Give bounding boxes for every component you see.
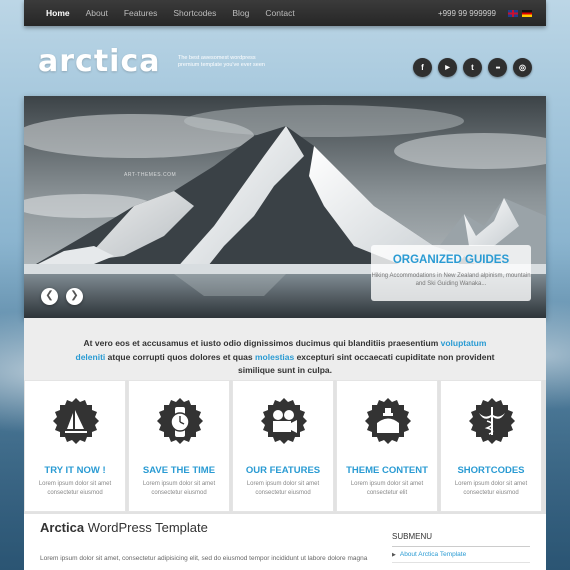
intro-text: At vero eos et accusamus et iusto odio d… [70, 337, 500, 378]
perfume-icon [365, 398, 411, 444]
caduceus-icon [469, 398, 515, 444]
feature-box[interactable]: TRY IT NOW ! Lorem ipsum dolor sit amet … [24, 380, 126, 512]
site-logo[interactable]: arctica [38, 44, 160, 79]
slider-prev-button[interactable]: ❮ [41, 288, 58, 305]
feature-box[interactable]: SHORTCODES Lorem ipsum dolor sit amet co… [440, 380, 542, 512]
feature-text: Lorem ipsum dolor sit amet consectetur e… [454, 481, 528, 496]
site-tagline: The best awesomest wordpress premium tem… [178, 55, 265, 68]
feature-title: SAVE THE TIME [142, 465, 216, 476]
feature-text: Lorem ipsum dolor sit amet consectetur e… [246, 481, 320, 496]
submenu-item-label: About Arctica Template [399, 551, 467, 558]
nav-home[interactable]: Home [38, 0, 78, 26]
intro-text-part1: At vero eos et accusamus et iusto odio d… [83, 338, 441, 348]
feature-title: SHORTCODES [457, 465, 525, 476]
social-links: f ▶ t ●● ◎ [413, 58, 538, 77]
top-navigation-bar: Home About Features Shortcodes Blog Cont… [24, 0, 546, 26]
phone-number: +999 99 999999 [437, 8, 496, 18]
intro-section: At vero eos et accusamus et iusto odio d… [24, 318, 546, 380]
slide-caption[interactable]: ORGANIZED GUIDES Hiking Accommodations i… [371, 245, 531, 301]
feature-text: Lorem ipsum dolor sit amet consectetur e… [350, 481, 424, 496]
feature-text: Lorem ipsum dolor sit amet consectetur e… [142, 481, 216, 496]
youtube-icon[interactable]: ▶ [438, 58, 457, 77]
nav-shortcodes[interactable]: Shortcodes [165, 0, 224, 26]
submenu-divider [392, 546, 530, 547]
intro-text-part2: atque corrupti quos dolores et quas [105, 351, 255, 362]
features-row: TRY IT NOW ! Lorem ipsum dolor sit amet … [24, 380, 546, 514]
flag-uk-icon[interactable] [508, 9, 518, 17]
submenu-item-divider [392, 562, 530, 563]
content-body: Lorem ipsum dolor sit amet, consectetur … [40, 555, 368, 562]
facebook-icon[interactable]: f [413, 58, 432, 77]
flickr-icon[interactable]: ●● [488, 58, 507, 77]
rss-icon[interactable]: ◎ [513, 58, 532, 77]
feature-box[interactable]: SAVE THE TIME Lorem ipsum dolor sit amet… [128, 380, 230, 512]
feature-title: THEME CONTENT [346, 465, 428, 476]
windsurf-icon [53, 398, 99, 444]
film-camera-icon [261, 398, 307, 444]
slider-watermark: ART-THEMES.COM [124, 172, 177, 178]
slide-caption-title: ORGANIZED GUIDES [392, 254, 510, 266]
submenu-title: SUBMENU [392, 532, 433, 541]
submenu-item[interactable]: ▶ About Arctica Template [392, 551, 466, 558]
feature-text: Lorem ipsum dolor sit amet consectetur e… [38, 481, 112, 496]
content-title-rest: WordPress Template [84, 520, 208, 535]
slider-next-button[interactable]: ❯ [66, 288, 83, 305]
nav-about[interactable]: About [78, 0, 116, 26]
intro-link-molestias[interactable]: molestias [255, 352, 294, 362]
nav-features[interactable]: Features [116, 0, 166, 26]
content-title-bold: Arctica [40, 520, 85, 535]
main-content: Arctica WordPress Template Lorem ipsum d… [24, 514, 546, 570]
nav-blog[interactable]: Blog [224, 0, 257, 26]
content-title: Arctica WordPress Template [40, 520, 208, 535]
watch-icon [157, 398, 203, 444]
bullet-icon: ▶ [392, 552, 396, 558]
feature-title: TRY IT NOW ! [44, 465, 106, 476]
feature-box[interactable]: THEME CONTENT Lorem ipsum dolor sit amet… [336, 380, 438, 512]
flag-de-icon[interactable] [522, 9, 532, 17]
main-nav: Home About Features Shortcodes Blog Cont… [38, 0, 303, 26]
top-right-area: +999 99 999999 [438, 0, 532, 26]
nav-contact[interactable]: Contact [257, 0, 302, 26]
slide-caption-text: Hiking Accommodations in New Zealand alp… [371, 273, 531, 287]
twitter-icon[interactable]: t [463, 58, 482, 77]
feature-box[interactable]: OUR FEATURES Lorem ipsum dolor sit amet … [232, 380, 334, 512]
feature-title: OUR FEATURES [245, 465, 321, 476]
